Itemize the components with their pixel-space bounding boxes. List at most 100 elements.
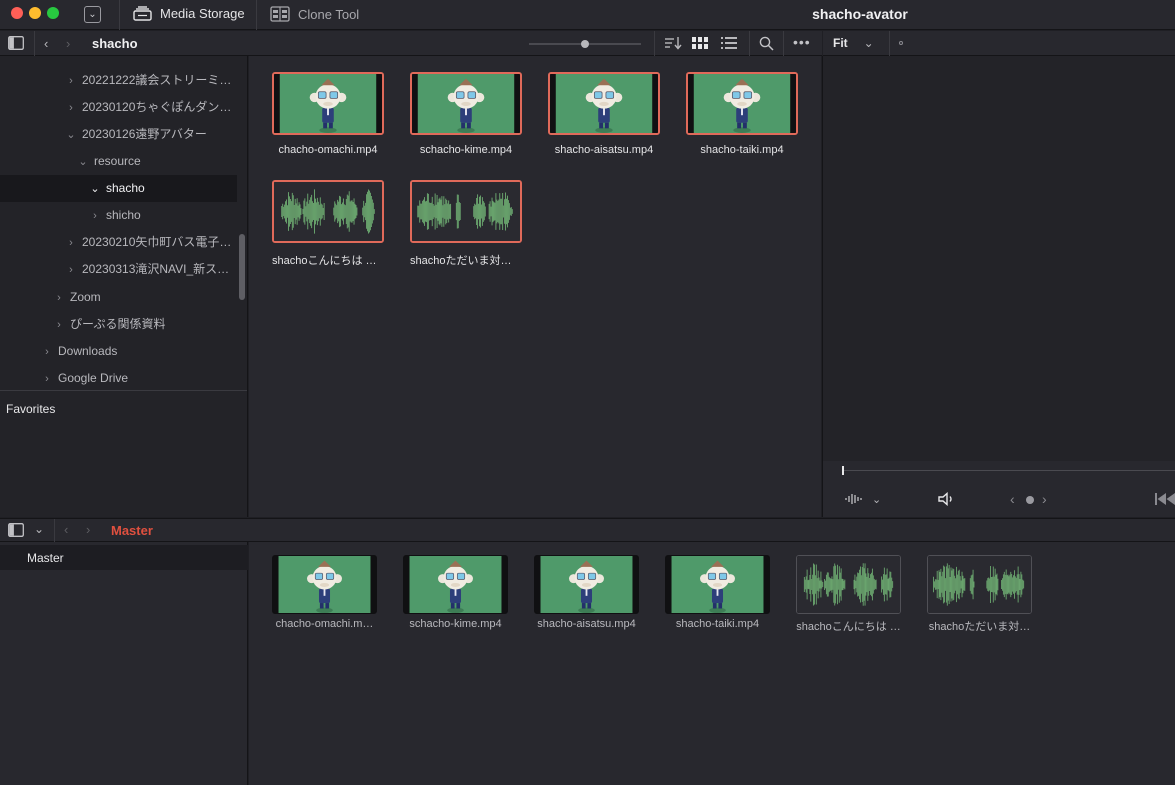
- sidebar-folder-item[interactable]: ›: [64, 56, 82, 67]
- pool-audio-clip[interactable]: shachoこんにちは …: [796, 555, 901, 634]
- zoom-window-button[interactable]: [47, 7, 59, 19]
- clip-thumbnail[interactable]: [272, 72, 384, 135]
- chevron-down-icon[interactable]: ⌄: [88, 176, 102, 203]
- chevron-right-icon[interactable]: ›: [52, 285, 66, 312]
- pool-clip-name: shacho-taiki.mp4: [675, 618, 760, 630]
- more-options-button[interactable]: •••: [793, 34, 811, 50]
- video-clip-item[interactable]: chacho-omachi.mp4: [272, 72, 384, 156]
- minimize-window-button[interactable]: [29, 7, 41, 19]
- sidebar-folder-item[interactable]: › ぴーぷる関係資料: [52, 311, 166, 339]
- clip-thumbnail[interactable]: [410, 72, 522, 135]
- avatar-video-thumbnail: [412, 74, 520, 133]
- folder-label: 20230210矢巾町バス電子…: [82, 235, 232, 249]
- chevron-right-icon[interactable]: ›: [52, 312, 66, 339]
- folder-label: shicho: [106, 208, 141, 222]
- folder-label: shacho: [106, 181, 145, 195]
- fit-zoom-dropdown[interactable]: Fit ⌄: [833, 36, 874, 50]
- clip-name: chacho-omachi.mp4: [278, 144, 378, 156]
- jog-center-button[interactable]: [1026, 496, 1034, 504]
- sidebar-folder-item[interactable]: › Google Drive: [40, 365, 128, 392]
- sidebar-folder-item[interactable]: › 20230120ちゃぐぽんダン…: [64, 94, 231, 121]
- sidebar-folder-item[interactable]: ⌄ 20230126遠野アバター: [64, 121, 207, 148]
- pool-audio-clip[interactable]: shachoただいま対…: [927, 555, 1032, 634]
- folder-label: ぴーぷる関係資料: [70, 317, 166, 331]
- media-storage-icon: [133, 6, 152, 21]
- sidebar-folder-item[interactable]: ⌄ shacho: [0, 175, 237, 202]
- pool-forward-button[interactable]: ›: [86, 522, 90, 537]
- clone-tool-button[interactable]: Clone Tool: [270, 6, 359, 22]
- sidebar-folder-item[interactable]: › Zoom: [52, 284, 101, 311]
- jump-to-start-button[interactable]: [1155, 493, 1175, 508]
- search-button[interactable]: [759, 36, 774, 54]
- media-storage-button[interactable]: Media Storage: [133, 6, 245, 21]
- chevron-right-icon[interactable]: ›: [88, 203, 102, 230]
- workspace-dropdown-button[interactable]: ⌄: [84, 6, 101, 23]
- pool-clip-name: shachoこんにちは …: [796, 621, 901, 633]
- scrubber-playhead[interactable]: [842, 466, 844, 475]
- sidebar-folder-item[interactable]: › 20230313滝沢NAVI_新ス…: [64, 256, 229, 283]
- pool-video-clip[interactable]: shacho-taiki.mp4: [665, 555, 770, 630]
- audio-clip-item[interactable]: shachoただいま対応い…: [410, 180, 522, 268]
- thumbnail-zoom-slider[interactable]: [529, 40, 641, 48]
- toggle-bin-list-button[interactable]: [8, 523, 24, 540]
- toolbar-divider: [654, 31, 655, 56]
- sidebar-folder-item[interactable]: › 20221222議会ストリーミ…: [64, 67, 231, 94]
- bin-item-master[interactable]: Master: [0, 545, 248, 570]
- pool-video-clip[interactable]: chacho-omachi.m…: [272, 555, 377, 630]
- pool-clip-thumbnail[interactable]: [796, 555, 901, 614]
- clip-thumbnail[interactable]: [548, 72, 660, 135]
- volume-button[interactable]: [938, 491, 956, 509]
- sort-button[interactable]: [664, 36, 682, 53]
- video-clip-item[interactable]: shacho-aisatsu.mp4: [548, 72, 660, 156]
- audio-waveform-dropdown[interactable]: [845, 493, 863, 508]
- bin-list: Master: [0, 542, 248, 785]
- clone-tool-label: Clone Tool: [298, 6, 360, 22]
- chevron-right-icon[interactable]: ›: [64, 68, 78, 95]
- grid-view-button[interactable]: [692, 37, 708, 52]
- close-window-button[interactable]: [11, 7, 23, 19]
- audio-waveform-thumbnail: [412, 182, 520, 241]
- bin-options-dropdown[interactable]: ⌄: [34, 522, 44, 536]
- pool-clip-thumbnail[interactable]: [272, 555, 377, 614]
- pool-video-clip[interactable]: shacho-aisatsu.mp4: [534, 555, 639, 630]
- pool-clip-thumbnail[interactable]: [534, 555, 639, 614]
- pool-video-clip[interactable]: schacho-kime.mp4: [403, 555, 508, 630]
- sidebar-toggle-icon: [8, 523, 24, 537]
- list-view-button[interactable]: [721, 37, 737, 52]
- forward-button[interactable]: ›: [66, 36, 70, 51]
- clip-thumbnail[interactable]: [686, 72, 798, 135]
- chevron-right-icon[interactable]: ›: [64, 230, 78, 257]
- pool-back-button[interactable]: ‹: [64, 522, 68, 537]
- current-folder-path: shacho: [92, 36, 138, 51]
- pool-clip-thumbnail[interactable]: [403, 555, 508, 614]
- clip-thumbnail[interactable]: [272, 180, 384, 243]
- chevron-right-icon[interactable]: ›: [40, 366, 54, 393]
- sidebar-folder-item[interactable]: › Downloads: [40, 338, 117, 365]
- zoom-slider-handle[interactable]: [580, 40, 589, 48]
- back-button[interactable]: ‹: [44, 36, 48, 51]
- sidebar-folder-item[interactable]: › 20230210矢巾町バス電子…: [64, 229, 231, 256]
- chevron-right-icon[interactable]: ›: [64, 257, 78, 284]
- sidebar-folder-item[interactable]: ⌄ resource: [76, 148, 140, 176]
- avatar-video-thumbnail: [404, 556, 507, 613]
- audio-waveform-thumbnail: [797, 556, 900, 613]
- video-clip-item[interactable]: schacho-kime.mp4: [410, 72, 522, 156]
- toolbar-divider: [256, 0, 257, 30]
- sidebar-scrollbar[interactable]: [239, 234, 245, 300]
- audio-clip-item[interactable]: shachoこんにちは い…: [272, 180, 384, 268]
- clip-thumbnail[interactable]: [410, 180, 522, 243]
- sidebar-folder-item[interactable]: › shicho: [88, 202, 141, 229]
- chevron-right-icon[interactable]: ›: [40, 339, 54, 366]
- chevron-right-icon[interactable]: ›: [64, 95, 78, 122]
- video-clip-item[interactable]: shacho-taiki.mp4: [686, 72, 798, 156]
- chevron-down-icon[interactable]: ⌄: [76, 149, 90, 176]
- previous-frame-button[interactable]: ‹: [1010, 491, 1015, 507]
- pool-clip-thumbnail[interactable]: [665, 555, 770, 614]
- pool-clip-thumbnail[interactable]: [927, 555, 1032, 614]
- next-frame-button[interactable]: ›: [1042, 491, 1047, 507]
- viewer-status-dot: [899, 41, 903, 45]
- chevron-left-icon: ‹: [1010, 491, 1015, 507]
- viewer-scrubber[interactable]: [843, 470, 1175, 471]
- chevron-down-icon[interactable]: ⌄: [64, 122, 78, 149]
- toggle-sidebar-button[interactable]: [8, 36, 24, 53]
